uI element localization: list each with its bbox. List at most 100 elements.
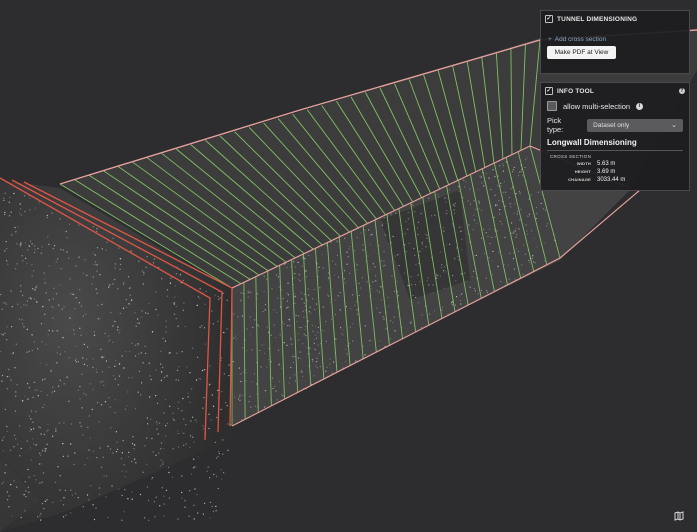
point (212, 323, 214, 325)
point (454, 212, 456, 214)
point (240, 373, 242, 375)
point (533, 237, 535, 239)
point (388, 305, 390, 307)
point-cloud-viewport[interactable] (0, 0, 697, 532)
point (162, 366, 164, 369)
point (192, 416, 194, 418)
point (192, 347, 194, 349)
point (13, 434, 16, 436)
checkbox-icon[interactable]: ✓ (545, 87, 553, 95)
point (114, 320, 116, 323)
point (520, 171, 522, 173)
map-icon[interactable] (674, 511, 684, 521)
point (414, 211, 416, 213)
point (158, 422, 161, 424)
point (387, 296, 389, 298)
point (21, 319, 23, 321)
point (20, 285, 22, 287)
point (6, 430, 8, 432)
point (428, 197, 430, 199)
checkbox-icon[interactable]: ✓ (545, 15, 553, 23)
pick-type-select[interactable]: Dataset only ⌄ (587, 118, 683, 132)
point (60, 500, 62, 502)
point (204, 502, 206, 504)
help-icon[interactable]: ? (679, 88, 685, 94)
point (115, 431, 117, 433)
point (331, 372, 333, 374)
point (105, 496, 107, 498)
multi-selection-checkbox[interactable] (547, 101, 557, 111)
point (162, 463, 164, 465)
point (193, 504, 195, 506)
point (94, 264, 96, 266)
point (469, 234, 471, 236)
point (169, 282, 171, 284)
point (143, 271, 145, 274)
point (32, 288, 34, 290)
point (133, 448, 135, 450)
point (185, 424, 187, 426)
point (428, 284, 430, 286)
point (222, 292, 224, 294)
point (33, 475, 35, 477)
point (79, 289, 81, 291)
point (256, 293, 258, 295)
info-icon[interactable]: i (636, 102, 644, 110)
point (108, 340, 110, 342)
point (347, 256, 349, 258)
point (62, 443, 64, 445)
point (303, 316, 305, 318)
point (191, 388, 193, 390)
point (485, 232, 487, 234)
point (96, 247, 99, 249)
point (6, 425, 8, 428)
point (362, 244, 364, 246)
point (526, 233, 528, 235)
point (234, 396, 236, 398)
point (248, 291, 250, 293)
point (107, 516, 109, 519)
point (542, 208, 544, 210)
point (263, 291, 265, 293)
point (485, 277, 487, 279)
point (74, 452, 76, 454)
point (509, 252, 511, 254)
point (84, 259, 86, 261)
point (77, 389, 79, 391)
point (118, 488, 120, 490)
point (4, 408, 6, 411)
point (453, 209, 455, 211)
point (29, 197, 31, 199)
point (294, 302, 296, 304)
point (247, 292, 249, 294)
point (221, 391, 223, 393)
point (464, 186, 466, 188)
point (302, 343, 304, 345)
point (274, 385, 276, 387)
point (18, 318, 20, 320)
point (298, 339, 300, 341)
point (75, 361, 78, 363)
point (147, 423, 149, 425)
add-cross-section-link[interactable]: + Add cross section (548, 36, 689, 43)
point (312, 298, 314, 300)
point (218, 450, 220, 453)
point (118, 247, 120, 249)
point (40, 519, 42, 521)
make-pdf-button[interactable]: Make PDF at View (547, 46, 616, 59)
point (392, 235, 394, 237)
point (4, 214, 6, 216)
point (512, 169, 514, 171)
point (223, 373, 225, 375)
point (405, 221, 407, 223)
point (398, 265, 400, 267)
point (16, 243, 18, 245)
point (405, 251, 407, 253)
point (155, 454, 157, 456)
point (24, 242, 26, 244)
point (317, 269, 319, 271)
point (525, 224, 527, 226)
point (1, 308, 3, 310)
point (475, 208, 477, 210)
point (63, 306, 65, 308)
